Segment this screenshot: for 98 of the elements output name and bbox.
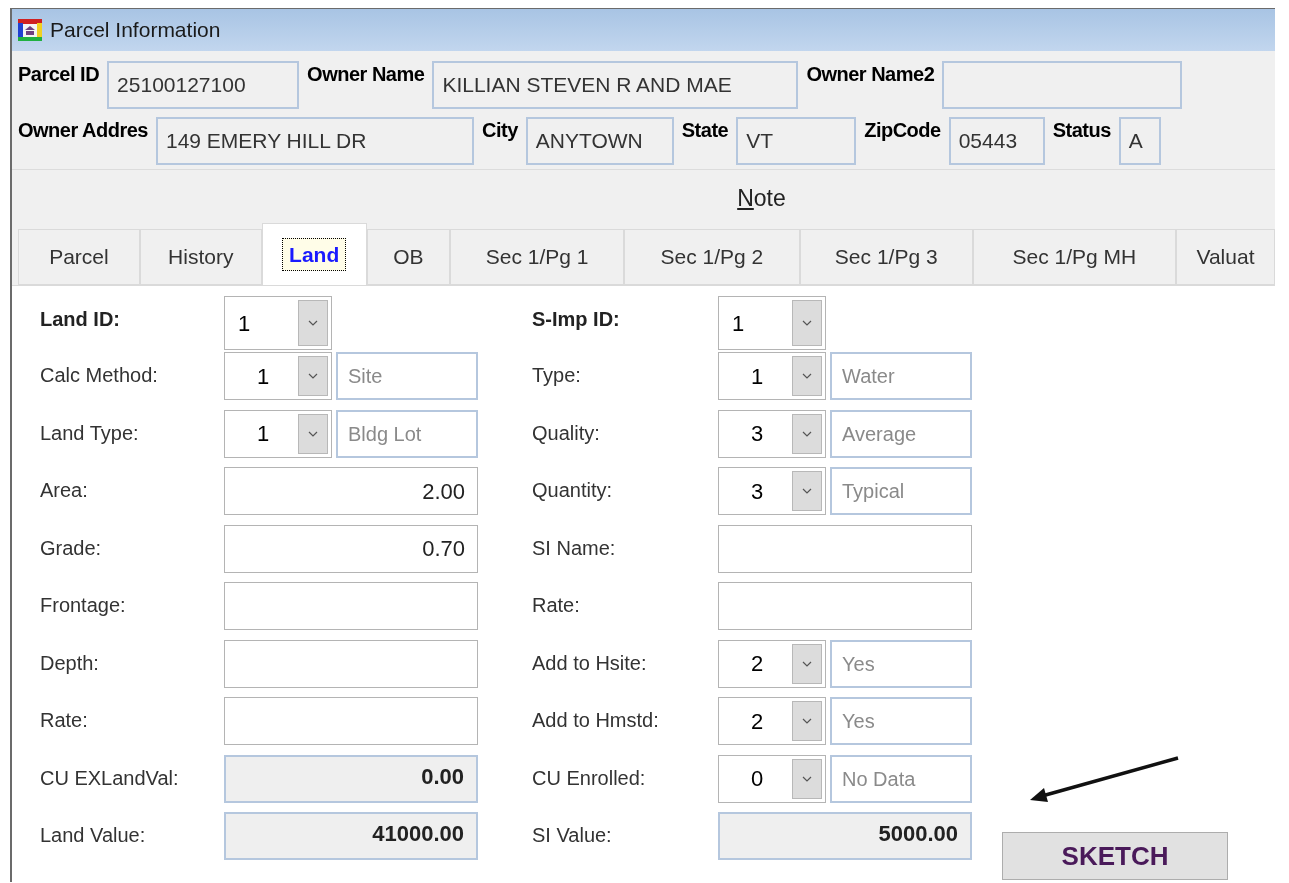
dropdown-button[interactable] <box>298 413 328 454</box>
dropdown-field[interactable]: 0 <box>718 754 826 803</box>
field-label: Quality: <box>532 420 601 446</box>
dropdown-button[interactable] <box>792 758 822 799</box>
header-label: ZipCode <box>864 118 941 143</box>
tab[interactable]: Parcel <box>18 229 140 285</box>
text-field[interactable] <box>718 524 972 573</box>
dropdown-field[interactable]: 1 <box>718 296 826 350</box>
tab[interactable]: History <box>139 229 262 285</box>
header-field[interactable]: 25100127100 <box>107 61 300 109</box>
dropdown-button[interactable] <box>298 356 328 396</box>
field-label: Quantity: <box>532 478 614 503</box>
field-label: SI Name: <box>532 535 617 561</box>
chevron-down-icon <box>802 660 812 667</box>
dropdown-field[interactable]: 2 <box>718 639 826 688</box>
field-label: Depth: <box>40 650 100 676</box>
text-field[interactable]: 0.70 <box>224 524 478 573</box>
field-label: CU Enrolled: <box>532 765 647 791</box>
app-icon <box>18 19 42 41</box>
note-button[interactable]: Note <box>737 181 786 216</box>
dropdown-button[interactable] <box>792 701 822 741</box>
chevron-down-icon <box>802 373 812 379</box>
dropdown-button[interactable] <box>792 413 822 454</box>
description-field: Bldg Lot <box>336 409 478 458</box>
field-label: Rate: <box>40 708 89 733</box>
dropdown-button[interactable] <box>792 356 822 396</box>
readonly-field: 0.00 <box>224 754 478 803</box>
tab[interactable]: Land <box>261 223 367 285</box>
chevron-down-icon <box>802 320 812 326</box>
header-label: Status <box>1052 118 1111 143</box>
field-label: Frontage: <box>40 593 127 618</box>
header-field[interactable]: 05443 <box>948 117 1045 165</box>
description-field: Average <box>830 409 972 458</box>
header-field[interactable]: ANYTOWN <box>525 117 674 165</box>
header-field[interactable]: KILLIAN STEVEN R AND MAE <box>432 61 799 109</box>
dropdown-button[interactable] <box>792 643 822 684</box>
text-field[interactable] <box>224 582 478 630</box>
tab[interactable]: Sec 1/Pg 3 <box>799 229 973 285</box>
field-label: Land Type: <box>40 420 140 446</box>
dropdown-button[interactable] <box>792 471 822 511</box>
tab[interactable]: OB <box>366 229 450 285</box>
field-label: Type: <box>532 363 582 388</box>
header-label: Owner Addres <box>18 118 148 143</box>
description-field: Site <box>336 352 478 400</box>
header-label: State <box>681 118 729 143</box>
header-field[interactable]: 149 EMERY HILL DR <box>155 117 474 165</box>
dropdown-field[interactable]: 3 <box>718 409 826 458</box>
chevron-down-icon <box>802 718 812 724</box>
field-label: Rate: <box>532 593 581 618</box>
description-field: Typical <box>830 467 972 515</box>
field-label: Land ID: <box>40 307 121 332</box>
chevron-down-icon <box>802 775 812 782</box>
field-label: Grade: <box>40 535 103 561</box>
dropdown-field[interactable]: 3 <box>718 467 826 515</box>
field-label: SI Value: <box>532 823 613 848</box>
header-label: Parcel ID <box>18 62 100 87</box>
description-field: No Data <box>830 754 972 803</box>
header-field[interactable]: A <box>1118 117 1161 165</box>
header-label: Owner Name <box>307 62 425 87</box>
readonly-field: 41000.00 <box>224 812 478 860</box>
field-label: Calc Method: <box>40 363 159 388</box>
header-label: Owner Name2 <box>806 62 935 87</box>
header-label: City <box>481 118 518 143</box>
description-field: Yes <box>830 639 972 688</box>
readonly-field: 5000.00 <box>718 812 972 860</box>
dropdown-button[interactable] <box>298 300 328 346</box>
chevron-down-icon <box>308 430 318 437</box>
field-label: S-Imp ID: <box>532 307 621 332</box>
dropdown-field[interactable]: 1 <box>224 352 332 400</box>
arrow-icon <box>1028 756 1180 804</box>
text-field[interactable]: 2.00 <box>224 467 478 515</box>
tab[interactable]: Sec 1/Pg MH <box>972 229 1176 285</box>
chevron-down-icon <box>308 373 318 379</box>
tab[interactable]: Sec 1/Pg 2 <box>624 229 800 285</box>
dropdown-field[interactable]: 1 <box>224 296 332 350</box>
description-field: Yes <box>830 697 972 745</box>
field-label: Add to Hsite: <box>532 650 648 676</box>
dropdown-field[interactable]: 2 <box>718 697 826 745</box>
tab[interactable]: Valuat <box>1175 229 1275 285</box>
field-label: Area: <box>40 478 89 503</box>
text-field[interactable] <box>718 582 972 630</box>
header-field[interactable]: VT <box>736 117 857 165</box>
chevron-down-icon <box>802 430 812 437</box>
dropdown-field[interactable]: 1 <box>224 409 332 458</box>
field-label: Land Value: <box>40 823 147 848</box>
field-label: CU EXLandVal: <box>40 765 180 791</box>
header-field[interactable] <box>942 61 1183 109</box>
field-label: Add to Hmstd: <box>532 708 660 733</box>
chevron-down-icon <box>308 320 318 326</box>
text-field[interactable] <box>224 639 478 688</box>
text-field[interactable] <box>224 697 478 745</box>
dropdown-button[interactable] <box>792 300 822 346</box>
sketch-button[interactable]: SKETCH <box>1002 832 1228 880</box>
dropdown-field[interactable]: 1 <box>718 352 826 400</box>
description-field: Water <box>830 352 972 400</box>
tab[interactable]: Sec 1/Pg 1 <box>449 229 625 285</box>
window-title: Parcel Information <box>50 17 221 44</box>
chevron-down-icon <box>802 488 812 494</box>
